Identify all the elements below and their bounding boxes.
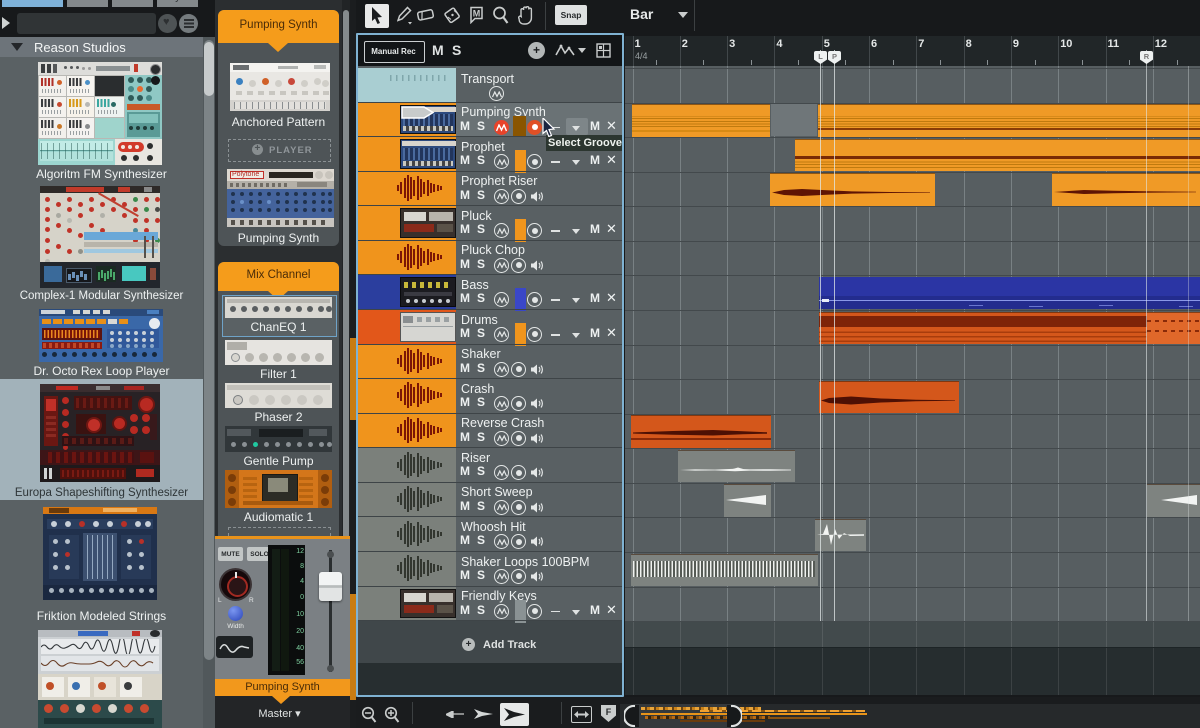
svg-text:M: M: [473, 9, 481, 19]
